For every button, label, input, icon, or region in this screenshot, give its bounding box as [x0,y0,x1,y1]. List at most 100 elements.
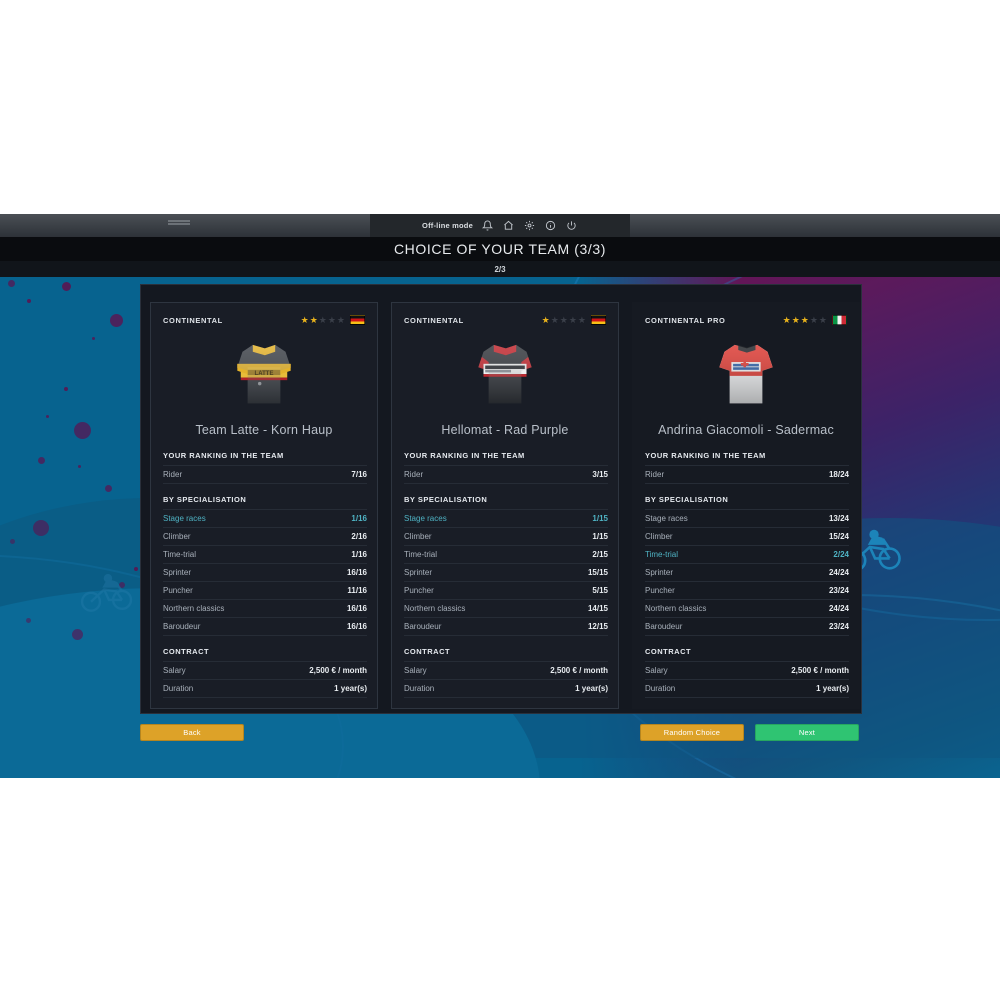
table-row: Sprinter 16/16 [163,563,367,582]
random-choice-button[interactable]: Random Choice [640,724,744,741]
team-card[interactable]: CONTINENTAL ★ ★ ★ ★ ★ Hellomat - Rad Purple Y… [391,302,619,709]
rating-star: ★ [809,314,818,325]
specialisation-value: 14/15 [557,599,608,618]
italy-flag [832,315,847,325]
specialisation-value: 23/24 [798,581,849,600]
rating-star: ★ [550,314,559,325]
salary-label: Salary [645,661,716,680]
background-dot [10,539,15,544]
specialisation-label: Puncher [404,581,558,600]
specialisation-label: Time-trial [645,545,799,564]
ranking-section-title: YOUR RANKING IN THE TEAM [404,451,525,460]
table-row: Duration 1 year(s) [645,679,849,698]
next-button[interactable]: Next [755,724,859,741]
specialisation-table: Stage races 1/15 Climber 1/15 Time-trial… [404,509,608,636]
specialisation-label: Sprinter [645,563,799,582]
gear-icon[interactable] [523,219,536,232]
team-star-rating: ★ ★ ★ ★ ★ [300,314,345,325]
card-bottom-padding [392,698,618,708]
specialisation-value: 16/16 [316,563,367,582]
germany-flag [591,315,606,325]
table-row: Sprinter 15/15 [404,563,608,582]
duration-value: 1 year(s) [233,679,367,698]
team-division-label: CONTINENTAL [404,315,464,325]
rider-label: Rider [163,465,276,484]
specialisation-label: Sprinter [404,563,558,582]
topbar-center-group: Off-line mode [370,214,630,237]
rating-star: ★ [327,314,336,325]
specialisation-label: Puncher [163,581,317,600]
top-system-bar: Off-line mode [0,214,1000,237]
table-row: Rider 3/15 [404,465,608,484]
back-button[interactable]: Back [140,724,244,741]
specialisation-label: Stage races [404,509,558,528]
table-row: Time-trial 2/24 [645,545,849,564]
table-row: Stage races 1/16 [163,509,367,528]
background-dot [92,337,95,340]
table-row: Stage races 13/24 [645,509,849,528]
specialisation-value: 1/15 [557,509,608,528]
cyclist-silhouette-left [80,574,133,612]
rider-rank-value: 3/15 [516,465,608,484]
specialisation-value: 1/15 [557,527,608,546]
table-row: Puncher 5/15 [404,581,608,600]
bell-icon[interactable] [481,219,494,232]
contract-section-title: CONTRACT [404,647,451,656]
rating-star: ★ [818,314,827,325]
game-window: Off-line mode CHOICE OF YOUR TEAM (3/3) … [0,214,1000,778]
contract-section-title: CONTRACT [163,647,210,656]
table-row: Baroudeur 12/15 [404,617,608,636]
team-star-rating: ★ ★ ★ ★ ★ [782,314,827,325]
team-jersey [392,333,618,417]
table-row: Salary 2,500 € / month [404,661,608,680]
power-icon[interactable] [565,219,578,232]
rating-star: ★ [300,314,309,325]
specialisation-value: 2/15 [557,545,608,564]
info-icon[interactable] [544,219,557,232]
specialisation-label: Baroudeur [163,617,317,636]
specialisation-section-title: BY SPECIALISATION [404,495,488,504]
specialisation-section-title: BY SPECIALISATION [645,495,729,504]
team-card[interactable]: CONTINENTAL ★★★★★ LATTE Team Latte - Kor… [150,302,378,709]
rating-star: ★ [336,314,345,325]
specialisation-label: Time-trial [404,545,558,564]
table-row: Rider 7/16 [163,465,367,484]
specialisation-value: 15/15 [557,563,608,582]
team-jersey: LATTE [151,333,377,417]
contract-table: Salary 2,500 € / month Duration 1 year(s… [645,661,849,698]
table-row: Baroudeur 16/16 [163,617,367,636]
table-row: Puncher 23/24 [645,581,849,600]
step-indicator-bar: 2/3 [0,261,1000,277]
salary-value: 2,500 € / month [233,661,367,680]
team-card-list: CONTINENTAL ★★★★★ LATTE Team Latte - Kor… [150,302,860,709]
team-division-label: CONTINENTAL [163,315,223,325]
specialisation-table: Stage races 13/24 Climber 15/24 Time-tri… [645,509,849,636]
specialisation-value: 16/16 [316,599,367,618]
step-counter: 2/3 [494,264,506,274]
background-dot [33,520,49,536]
team-card[interactable]: CONTINENTAL PRO ★ ★ ★ ★ ★ Andrina Giacomoli … [632,302,860,709]
rating-star: ★ [568,314,577,325]
duration-label: Duration [163,679,234,698]
rating-star: ★ [782,314,791,325]
specialisation-label: Northern classics [163,599,317,618]
duration-label: Duration [404,679,475,698]
background-dot [78,465,81,468]
specialisation-section-title: BY SPECIALISATION [163,495,247,504]
specialisation-value: 24/24 [798,563,849,582]
salary-value: 2,500 € / month [474,661,608,680]
team-jersey [633,333,859,417]
team-rating-group: ★ ★ ★ ★ ★ [783,315,847,325]
contract-section-title: CONTRACT [645,647,692,656]
specialisation-label: Puncher [645,581,799,600]
table-row: Sprinter 24/24 [645,563,849,582]
team-division-label: CONTINENTAL PRO [645,315,726,325]
ranking-table: Rider 7/16 [163,465,367,484]
rider-rank-value: 18/24 [744,465,849,484]
home-icon[interactable] [502,219,515,232]
team-name: Team Latte - Korn Haup [195,423,333,437]
specialisation-value: 2/24 [798,545,849,564]
background-dot [26,618,31,623]
team-choice-panel: CONTINENTAL ★★★★★ LATTE Team Latte - Kor… [140,284,862,714]
rating-star: ★ [318,314,327,325]
